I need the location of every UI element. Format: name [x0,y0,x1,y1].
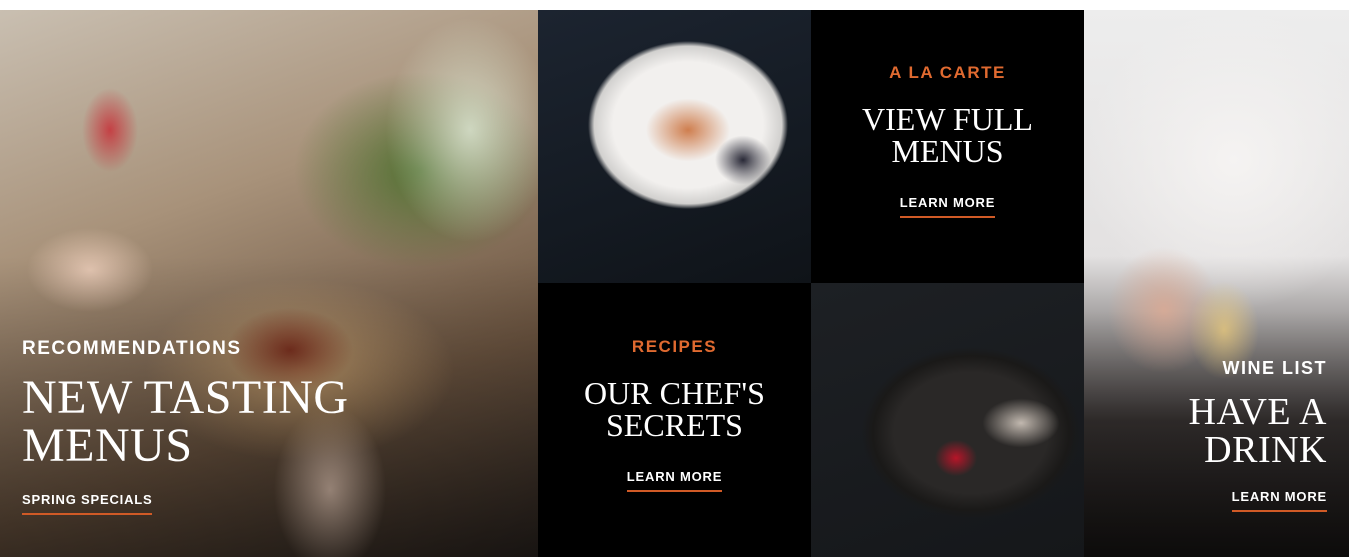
recommendations-content: RECOMMENDATIONS NEW TASTING MENUS SPRING… [22,338,502,515]
recipes-tile[interactable]: RECIPES OUR CHEF'S SECRETS LEARN MORE [538,283,811,557]
seafood-dish-photo [538,10,811,283]
menu-tiles-grid: RECOMMENDATIONS NEW TASTING MENUS SPRING… [0,10,1349,557]
a-la-carte-tile[interactable]: A LA CARTE VIEW FULL MENUS LEARN MORE [811,10,1084,283]
a-la-carte-title: VIEW FULL MENUS [811,103,1084,167]
recipes-kicker: RECIPES [631,337,718,356]
a-la-carte-title-line1: VIEW FULL [862,101,1033,137]
recipes-learn-more-link[interactable]: LEARN MORE [626,469,723,492]
wine-list-title-line2: DRINK [1204,429,1327,471]
recipes-title-line2: SECRETS [606,407,743,443]
recipes-title-line1: OUR CHEF'S [584,375,765,411]
wine-list-title-line1: HAVE A [1188,391,1327,433]
a-la-carte-learn-more-link[interactable]: LEARN MORE [899,195,996,218]
recommendations-title-line2: MENUS [22,419,193,472]
recommendations-title-line1: NEW TASTING [22,371,349,424]
wine-list-learn-more-link[interactable]: LEARN MORE [1231,489,1327,512]
wine-list-content: WINE LIST HAVE A DRINK LEARN MORE [1087,358,1327,512]
recommendations-title: NEW TASTING MENUS [22,374,502,470]
a-la-carte-title-line2: MENUS [891,133,1004,169]
wine-list-title: HAVE A DRINK [1087,393,1327,469]
a-la-carte-content: A LA CARTE VIEW FULL MENUS LEARN MORE [811,63,1084,218]
recipes-content: RECIPES OUR CHEF'S SECRETS LEARN MORE [538,337,811,492]
recommendations-tile[interactable]: RECOMMENDATIONS NEW TASTING MENUS SPRING… [0,10,538,557]
wine-list-kicker: WINE LIST [1222,358,1327,378]
recipes-title: OUR CHEF'S SECRETS [538,377,811,441]
spring-specials-link[interactable]: SPRING SPECIALS [22,492,153,515]
a-la-carte-kicker: A LA CARTE [889,63,1006,82]
dessert-dish-photo [811,283,1084,557]
wine-list-tile[interactable]: WINE LIST HAVE A DRINK LEARN MORE [1084,10,1349,557]
recommendations-kicker: RECOMMENDATIONS [22,338,242,359]
